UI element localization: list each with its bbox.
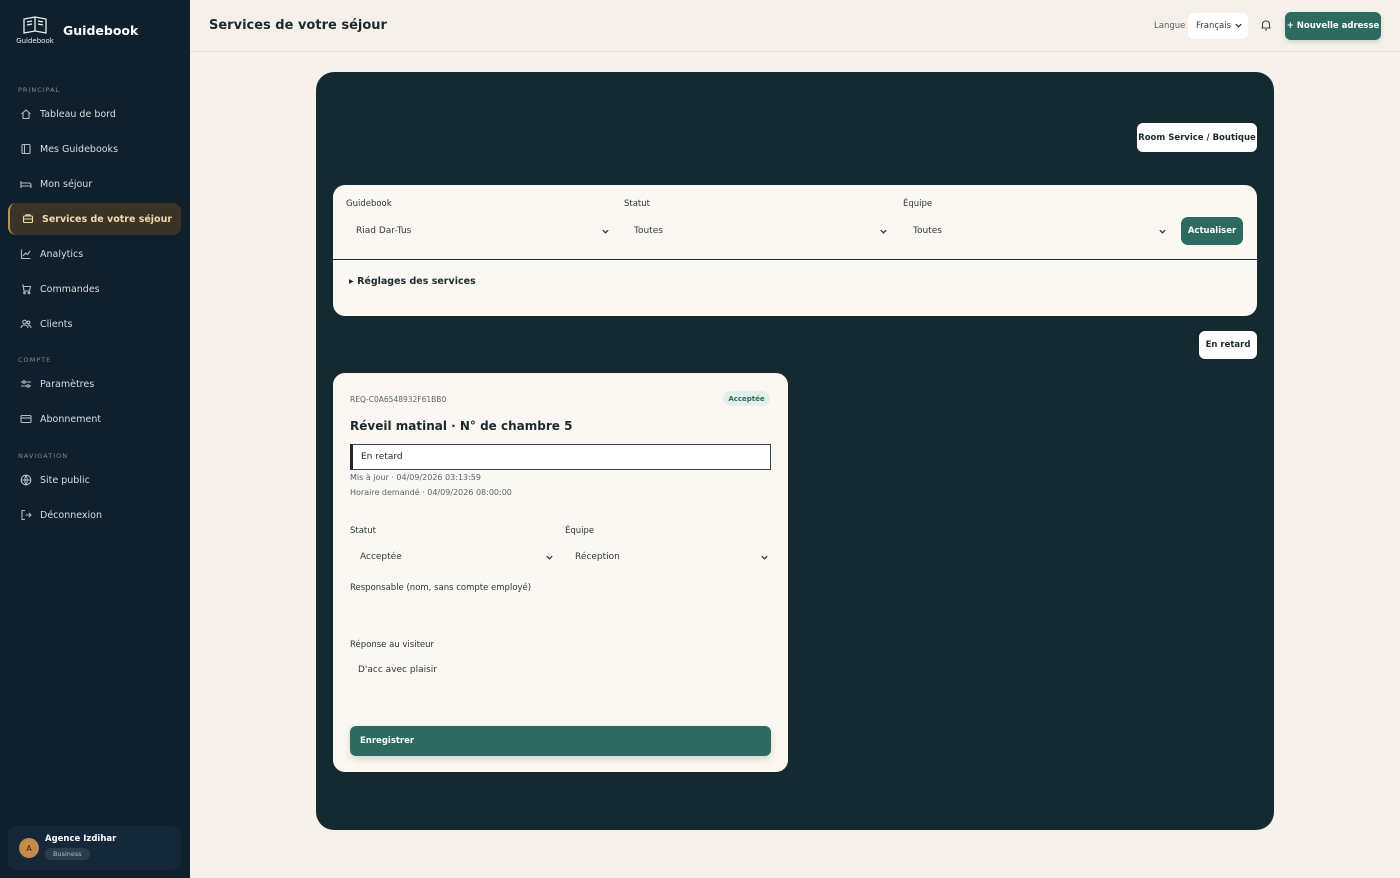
users-icon bbox=[19, 318, 32, 331]
chevron-down-icon bbox=[761, 555, 768, 560]
filters-card: Guidebook Riad Dar-Tus Statut Toutes Équ… bbox=[333, 185, 1257, 259]
sidebar-item-analytics[interactable]: Analytics bbox=[8, 238, 181, 270]
request-id: REQ-C0A6548932F61BB0 bbox=[350, 395, 447, 404]
brand[interactable]: Guidebook Guidebook bbox=[14, 14, 138, 46]
services-settings-toggle[interactable]: ▸ Réglages des services bbox=[349, 276, 476, 287]
request-team-select[interactable]: Réception bbox=[565, 547, 771, 567]
sidebar-item-dashboard[interactable]: Tableau de bord bbox=[8, 98, 181, 130]
sidebar-item-public-site[interactable]: Site public bbox=[8, 464, 181, 496]
top-header: Services de votre séjour Langue Français… bbox=[190, 0, 1400, 52]
new-address-button[interactable]: + Nouvelle adresse bbox=[1285, 12, 1381, 40]
sidebar-item-label: Mon séjour bbox=[40, 178, 93, 190]
section-label-navigation: NAVIGATION bbox=[18, 452, 69, 460]
sidebar-item-label: Déconnexion bbox=[40, 509, 103, 521]
responsible-input[interactable] bbox=[350, 599, 771, 623]
requested-time: Horaire demandé · 04/09/2026 08:00:00 bbox=[350, 488, 512, 497]
reply-label: Réponse au visiteur bbox=[350, 640, 435, 650]
guidebook-filter-label: Guidebook bbox=[346, 199, 392, 209]
sliders-icon bbox=[19, 378, 32, 391]
sidebar-item-label: Analytics bbox=[40, 248, 84, 260]
save-button[interactable]: Enregistrer bbox=[350, 726, 771, 756]
sidebar-item-label: Paramètres bbox=[40, 378, 95, 390]
request-status-value: Acceptée bbox=[360, 552, 402, 562]
room-service-button[interactable]: Room Service / Boutique bbox=[1137, 123, 1257, 152]
chart-icon bbox=[19, 248, 32, 261]
logout-icon bbox=[19, 509, 32, 522]
sidebar-item-label: Abonnement bbox=[40, 413, 102, 425]
sidebar: Guidebook Guidebook PRINCIPAL Tableau de… bbox=[0, 0, 190, 878]
sidebar-item-settings[interactable]: Paramètres bbox=[8, 368, 181, 400]
request-status-label: Statut bbox=[350, 526, 376, 536]
sidebar-item-label: Commandes bbox=[40, 283, 100, 295]
bed-icon bbox=[19, 178, 32, 191]
sidebar-item-label: Clients bbox=[40, 318, 73, 330]
services-panel: Room Service / Boutique Guidebook Riad D… bbox=[316, 72, 1274, 830]
bell-icon[interactable] bbox=[1258, 17, 1274, 33]
status-badge: Acceptée bbox=[723, 391, 770, 406]
team-filter-label: Équipe bbox=[903, 199, 933, 209]
section-label-compte: COMPTE bbox=[18, 356, 52, 364]
responsible-label: Responsable (nom, sans compte employé) bbox=[350, 583, 532, 593]
sidebar-item-logout[interactable]: Déconnexion bbox=[8, 499, 181, 531]
chevron-down-icon bbox=[880, 229, 887, 234]
status-filter-value: Toutes bbox=[634, 226, 663, 236]
team-filter-select[interactable]: Toutes bbox=[903, 219, 1171, 243]
late-filter-button[interactable]: En retard bbox=[1199, 331, 1257, 359]
sidebar-item-orders[interactable]: Commandes bbox=[8, 273, 181, 305]
reply-textarea[interactable]: D'acc avec plaisir bbox=[350, 658, 771, 682]
refresh-button[interactable]: Actualiser bbox=[1181, 217, 1243, 245]
request-card: REQ-C0A6548932F61BB0 Acceptée Réveil mat… bbox=[333, 373, 788, 772]
status-filter-label: Statut bbox=[624, 199, 650, 209]
orders-icon bbox=[19, 283, 32, 296]
logo-caption: Guidebook bbox=[16, 37, 54, 45]
home-icon bbox=[19, 108, 32, 121]
guidebook-logo-icon: Guidebook bbox=[14, 14, 56, 46]
chevron-down-icon bbox=[602, 229, 609, 234]
sidebar-item-label: Site public bbox=[40, 474, 90, 486]
chevron-down-icon bbox=[1159, 229, 1166, 234]
sidebar-item-subscription[interactable]: Abonnement bbox=[8, 403, 181, 435]
sidebar-item-label: Mes Guidebooks bbox=[40, 143, 119, 155]
status-filter-select[interactable]: Toutes bbox=[624, 219, 892, 243]
brand-name: Guidebook bbox=[63, 22, 139, 38]
guidebook-filter-select[interactable]: Riad Dar-Tus bbox=[346, 219, 614, 243]
concierge-icon bbox=[21, 213, 34, 226]
request-team-value: Réception bbox=[575, 552, 620, 562]
sidebar-item-label: Tableau de bord bbox=[40, 108, 116, 120]
late-indicator: En retard bbox=[350, 444, 771, 470]
sidebar-item-label: Services de votre séjour bbox=[42, 213, 173, 225]
page-title: Services de votre séjour bbox=[209, 18, 387, 33]
user-profile[interactable]: A Agence Izdihar Business bbox=[8, 826, 181, 870]
request-title: Réveil matinal · N° de chambre 5 bbox=[350, 419, 573, 433]
language-select[interactable]: Français bbox=[1188, 13, 1248, 39]
services-settings-card: ▸ Réglages des services bbox=[333, 260, 1257, 316]
updated-timestamp: Mis à jour · 04/09/2026 03:13:59 bbox=[350, 473, 481, 482]
request-team-label: Équipe bbox=[565, 526, 595, 536]
avatar: A bbox=[19, 838, 39, 858]
request-status-select[interactable]: Acceptée bbox=[350, 547, 556, 567]
language-value: Français bbox=[1196, 21, 1232, 31]
sidebar-item-clients[interactable]: Clients bbox=[8, 308, 181, 340]
team-filter-value: Toutes bbox=[913, 226, 942, 236]
guidebook-filter-value: Riad Dar-Tus bbox=[356, 226, 412, 236]
chevron-down-icon bbox=[1235, 23, 1242, 28]
user-name: Agence Izdihar bbox=[45, 834, 117, 844]
book-icon bbox=[19, 143, 32, 156]
chevron-down-icon bbox=[546, 555, 553, 560]
globe-icon bbox=[19, 474, 32, 487]
sidebar-item-guidebooks[interactable]: Mes Guidebooks bbox=[8, 133, 181, 165]
card-icon bbox=[19, 413, 32, 426]
sidebar-item-services[interactable]: Services de votre séjour bbox=[8, 203, 181, 235]
sidebar-item-stay[interactable]: Mon séjour bbox=[8, 168, 181, 200]
section-label-principal: PRINCIPAL bbox=[18, 86, 61, 94]
language-label: Langue bbox=[1154, 21, 1186, 31]
plan-badge: Business bbox=[45, 848, 90, 860]
